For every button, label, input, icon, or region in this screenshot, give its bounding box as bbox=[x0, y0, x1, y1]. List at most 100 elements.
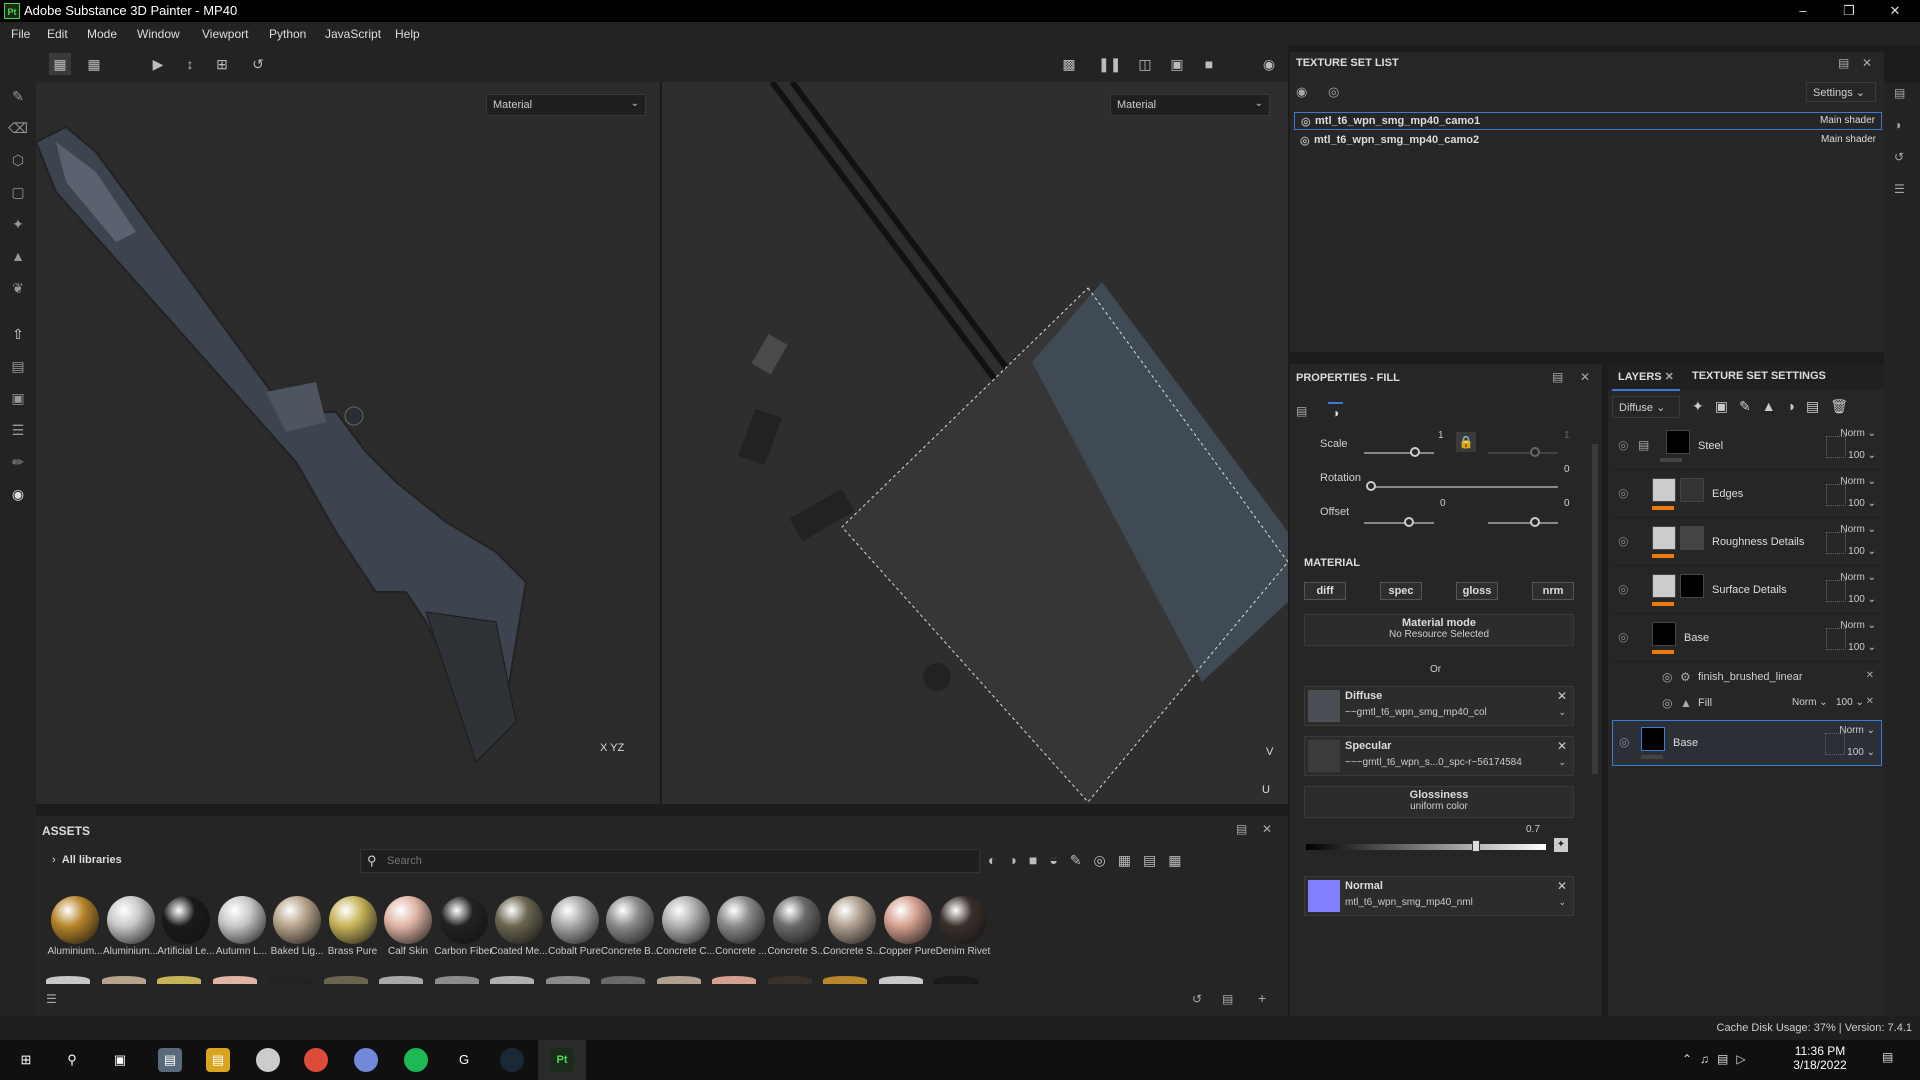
bake-icon[interactable]: ☰ bbox=[8, 420, 28, 440]
library-selector[interactable]: › All libraries bbox=[52, 854, 122, 866]
remove-icon[interactable]: ✕ bbox=[1866, 696, 1874, 707]
clear-icon[interactable]: ✕ bbox=[1557, 689, 1567, 703]
scale-slider-handle[interactable] bbox=[1410, 447, 1420, 457]
viewport-2d[interactable]: Material ⌄ V U bbox=[662, 82, 1288, 804]
mask-slot[interactable] bbox=[1826, 484, 1846, 506]
asset-preview-partial[interactable] bbox=[157, 976, 201, 984]
opacity-dropdown[interactable]: 100 ⌄ bbox=[1848, 450, 1876, 461]
offset-slider-2[interactable] bbox=[1488, 522, 1558, 524]
blend-dropdown[interactable]: Norm ⌄ bbox=[1840, 620, 1876, 631]
material-mode-slot[interactable]: Material mode No Resource Selected bbox=[1304, 614, 1574, 646]
list-view-icon[interactable]: ☰ bbox=[46, 992, 57, 1006]
menu-mode[interactable]: Mode bbox=[87, 27, 117, 41]
asset-preview-partial[interactable] bbox=[545, 976, 590, 984]
add-asset-icon[interactable]: + bbox=[1258, 990, 1266, 1006]
lock-icon[interactable]: 🔒 bbox=[1456, 432, 1476, 452]
video-camera-icon[interactable]: ■ bbox=[1198, 53, 1220, 75]
mask-slot[interactable] bbox=[1826, 532, 1846, 554]
mask-slot[interactable] bbox=[1825, 733, 1845, 755]
eye-icon[interactable]: ◎ bbox=[1328, 84, 1339, 100]
tab-layers[interactable]: LAYERS ✕ bbox=[1612, 368, 1680, 391]
channel-diff-button[interactable]: diff bbox=[1304, 582, 1346, 600]
glossiness-slider-handle[interactable] bbox=[1472, 840, 1480, 852]
folder-icon[interactable]: ▤ bbox=[1222, 992, 1233, 1006]
steam-icon[interactable] bbox=[500, 1048, 524, 1072]
asset-preview-partial[interactable] bbox=[656, 976, 701, 984]
asset-preview-partial[interactable] bbox=[767, 976, 812, 984]
scale-slider-2[interactable] bbox=[1488, 452, 1558, 454]
asset-preview-partial[interactable] bbox=[878, 976, 923, 984]
eye-icon[interactable]: ◎ bbox=[1662, 670, 1672, 684]
ruler-icon[interactable]: ✏ bbox=[8, 452, 28, 472]
opacity-dropdown[interactable]: 100 ⌄ bbox=[1848, 642, 1876, 653]
opacity-dropdown[interactable]: 100 ⌄ bbox=[1848, 594, 1876, 605]
mask-slot[interactable] bbox=[1826, 436, 1846, 458]
menu-python[interactable]: Python bbox=[269, 27, 306, 41]
asset-preview-partial[interactable] bbox=[268, 976, 312, 984]
visibility-icon[interactable]: ◉ bbox=[1296, 84, 1307, 100]
rotation-slider-handle[interactable] bbox=[1366, 481, 1376, 491]
glossiness-slot[interactable]: Glossiness uniform color bbox=[1304, 786, 1574, 818]
close-icon[interactable]: ✕ bbox=[1665, 371, 1674, 383]
task-view-icon[interactable]: ▣ bbox=[108, 1048, 132, 1072]
layer-row-edges[interactable]: ◎ Edges Norm ⌄ 100 ⌄ bbox=[1612, 472, 1882, 518]
layer-row-base-selected[interactable]: ◎ Base Norm ⌄ 100 ⌄ bbox=[1612, 720, 1882, 766]
substance-painter-icon[interactable]: Pt bbox=[550, 1048, 574, 1072]
specular-slot[interactable]: Specular ~~~gmtl_t6_wpn_s...0_spc-r~5617… bbox=[1304, 736, 1574, 776]
notifications-icon[interactable]: ▤ bbox=[1882, 1050, 1893, 1064]
export-icon[interactable]: ⇧ bbox=[8, 324, 28, 344]
projection-icon[interactable]: ⬡ bbox=[8, 150, 28, 170]
clear-icon[interactable]: ✕ bbox=[1557, 879, 1567, 893]
screenshot-icon[interactable]: ◉ bbox=[1258, 53, 1280, 75]
paint-brush-icon[interactable]: ✎ bbox=[8, 86, 28, 106]
app-icon-1[interactable]: ▤ bbox=[158, 1048, 182, 1072]
layer-row-base[interactable]: ◎ Base Norm ⌄ 100 ⌄ bbox=[1612, 616, 1882, 662]
logitech-icon[interactable]: G bbox=[452, 1048, 476, 1072]
eye-icon[interactable]: ◎ bbox=[1618, 582, 1628, 596]
channel-nrm-button[interactable]: nrm bbox=[1532, 582, 1574, 600]
eye-icon[interactable]: ◎ bbox=[1619, 735, 1629, 749]
blend-dropdown[interactable]: Norm ⌄ bbox=[1840, 572, 1876, 583]
smudge-icon[interactable]: ✦ bbox=[8, 214, 28, 234]
asset-preview-partial[interactable] bbox=[712, 976, 756, 984]
shader-icon[interactable]: ◑ bbox=[1894, 118, 1901, 132]
asset-preview-partial[interactable] bbox=[434, 976, 479, 984]
eye-icon[interactable]: ◎ bbox=[1618, 486, 1628, 500]
float-icon[interactable]: ▤ bbox=[1552, 370, 1563, 384]
asset-preview-partial[interactable] bbox=[601, 976, 645, 984]
mask-slot[interactable] bbox=[1826, 580, 1846, 602]
menu-edit[interactable]: Edit bbox=[47, 27, 68, 41]
tab-texture-set-settings[interactable]: TEXTURE SET SETTINGS bbox=[1692, 370, 1826, 382]
asset-preview-partial[interactable] bbox=[46, 976, 90, 984]
close-icon[interactable]: ✕ bbox=[1580, 370, 1590, 384]
tray-icons[interactable]: ⌃♫▤▷ bbox=[1682, 1052, 1754, 1066]
layer-tool-icons[interactable]: ✦▣✎▲◑▤🗑 bbox=[1692, 398, 1859, 415]
grid-view-icon[interactable]: ▦ bbox=[49, 53, 71, 75]
effect-row-fill[interactable]: ◎ ▲ Fill Norm ⌄ 100 ⌄ ✕ bbox=[1612, 690, 1882, 716]
offset-slider-1[interactable] bbox=[1364, 522, 1434, 524]
eraser-icon[interactable]: ⌫ bbox=[8, 118, 28, 138]
float-icon[interactable]: ▤ bbox=[1838, 56, 1849, 70]
channel-spec-button[interactable]: spec bbox=[1380, 582, 1422, 600]
assets-search-field[interactable]: ⚲ bbox=[360, 849, 980, 873]
chevron-down-icon[interactable]: ⌄ bbox=[1558, 757, 1566, 768]
channel-dropdown[interactable]: Diffuse ⌄ bbox=[1612, 396, 1680, 418]
texture-set-item[interactable]: ◎ mtl_t6_wpn_smg_mp40_camo2 Main shader bbox=[1294, 132, 1882, 150]
layout-icon[interactable]: ▦ bbox=[83, 53, 105, 75]
discord-icon[interactable] bbox=[354, 1048, 378, 1072]
polygon-fill-icon[interactable]: ▢ bbox=[8, 182, 28, 202]
chevron-down-icon[interactable]: ⌄ bbox=[1558, 897, 1566, 908]
shelf-icon[interactable]: ▤ bbox=[8, 356, 28, 376]
search-input[interactable] bbox=[387, 852, 947, 870]
app-icon-2[interactable] bbox=[256, 1048, 280, 1072]
asset-item[interactable]: Denim Rivet bbox=[930, 896, 996, 957]
mirror-icon[interactable]: ▶ bbox=[147, 53, 169, 75]
viewport-3d[interactable]: Material ⌄ X YZ bbox=[36, 82, 660, 804]
settings-dropdown[interactable]: Settings ⌄ bbox=[1806, 82, 1876, 102]
properties-scrollbar[interactable] bbox=[1592, 444, 1598, 774]
fill-settings-icon[interactable]: ▤ bbox=[1296, 404, 1307, 418]
clear-icon[interactable]: ✕ bbox=[1557, 739, 1567, 753]
history-icon[interactable]: ↺ bbox=[1894, 150, 1904, 164]
blend-dropdown[interactable]: Norm ⌄ bbox=[1840, 428, 1876, 439]
offset-slider-1-handle[interactable] bbox=[1404, 517, 1414, 527]
